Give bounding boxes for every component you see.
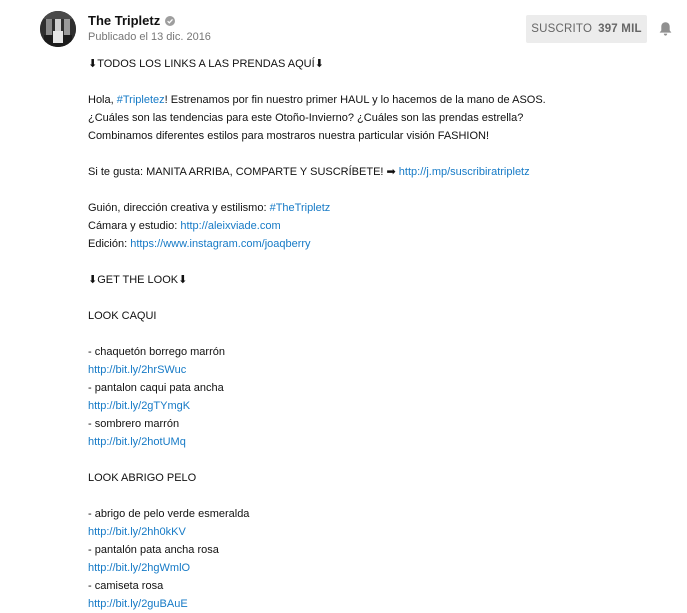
publish-date: Publicado el 13 dic. 2016 [88,31,211,43]
subscribe-prompt: Si te gusta: MANITA ARRIBA, COMPARTE Y S… [88,166,399,178]
look-item: - pantalon caqui pata ancha [88,382,224,394]
product-link[interactable]: http://bit.ly/2guBAuE [88,598,188,610]
credit-label: Edición: [88,238,131,250]
verified-check-icon [165,15,176,26]
description-line: Edición: https://www.instagram.com/joaqb… [88,235,668,253]
description-line: Guión, dirección creativa y estilismo: #… [88,199,668,217]
channel-avatar[interactable] [40,11,76,47]
subscriber-count: 397 MIL [598,23,642,35]
hashtag-link[interactable]: #TheTripletz [270,202,331,214]
product-link[interactable]: http://bit.ly/2hgWmlO [88,562,190,574]
look-item: - camiseta rosa [88,580,164,592]
description-line: Combinamos diferentes estilos para mostr… [88,130,490,142]
bell-icon[interactable] [658,21,673,37]
description-line: ¿Cuáles son las tendencias para este Oto… [88,112,524,124]
description-line: Hola, #Tripletez! Estrenamos por fin nue… [88,91,668,109]
instagram-link[interactable]: https://www.instagram.com/joaqberry [130,238,310,250]
look-item: - pantalón pata ancha rosa [88,544,219,556]
product-link[interactable]: http://bit.ly/2hrSWuc [88,364,186,376]
description-line: Si te gusta: MANITA ARRIBA, COMPARTE Y S… [88,163,668,181]
description-line: ⬇TODOS LOS LINKS A LAS PRENDAS AQUÍ⬇ [88,58,324,70]
look-item: - abrigo de pelo verde esmeralda [88,508,250,520]
look-item: - sombrero marrón [88,418,180,430]
look-title: LOOK ABRIGO PELO [88,472,197,484]
intro-text: ! Estrenamos por fin nuestro primer HAUL… [164,94,546,106]
credit-label: Guión, dirección creativa y estilismo: [88,202,270,214]
look-item: - chaquetón borrego marrón [88,346,225,358]
video-description: ⬇TODOS LOS LINKS A LAS PRENDAS AQUÍ⬇ Hol… [88,55,668,613]
description-line: ⬇GET THE LOOK⬇ [88,274,188,286]
video-owner-header: The Tripletz Publicado el 13 dic. 2016 S… [0,0,687,60]
avatar-image [40,11,76,47]
product-link[interactable]: http://bit.ly/2gTYmgK [88,400,190,412]
product-link[interactable]: http://bit.ly/2hh0kKV [88,526,186,538]
subscribed-button[interactable]: SUSCRITO 397 MIL [526,15,647,43]
description-line: Cámara y estudio: http://aleixviade.com [88,217,668,235]
subscribe-label: SUSCRITO [531,23,593,35]
look-title: LOOK CAQUI [88,310,157,322]
camera-link[interactable]: http://aleixviade.com [180,220,280,232]
channel-name: The Tripletz [88,13,161,28]
channel-name-link[interactable]: The Tripletz [88,13,176,28]
credit-label: Cámara y estudio: [88,220,181,232]
intro-text: Hola, [88,94,117,106]
subscribe-link[interactable]: http://j.mp/suscribiratripletz [399,166,530,178]
hashtag-link[interactable]: #Tripletez [117,94,165,106]
product-link[interactable]: http://bit.ly/2hotUMq [88,436,186,448]
